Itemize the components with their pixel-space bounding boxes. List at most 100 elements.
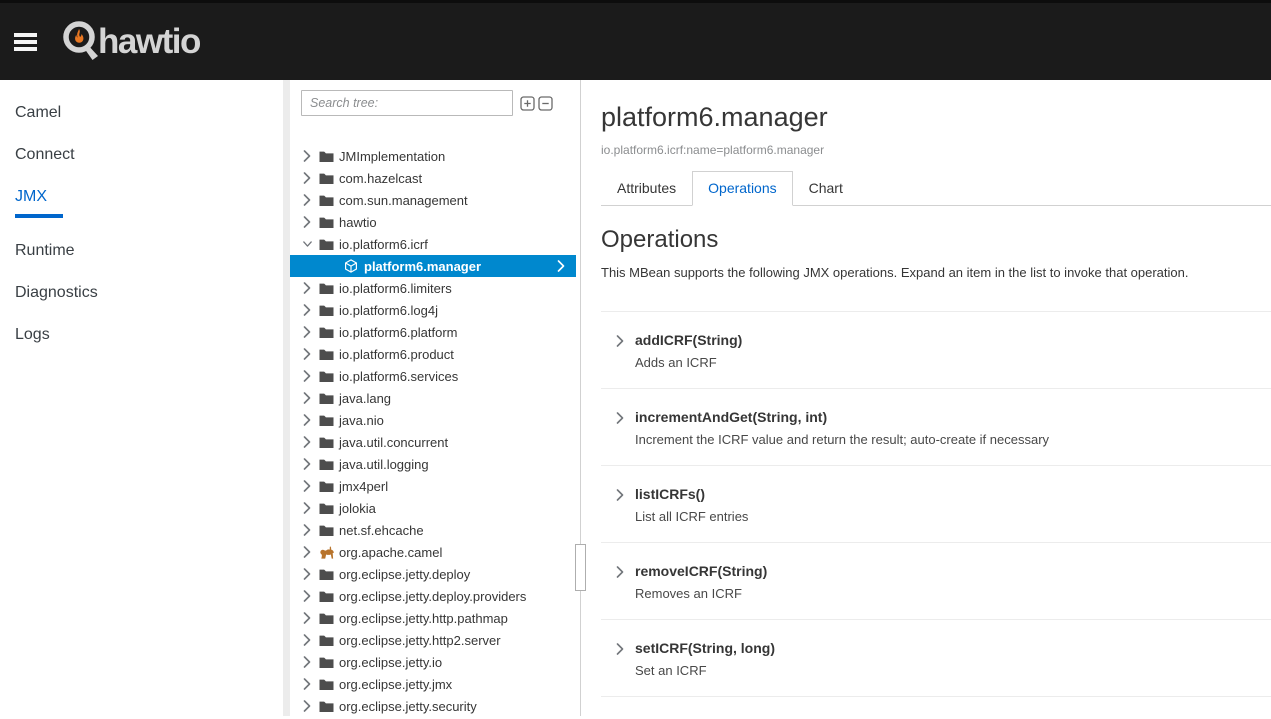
folder-icon: [319, 326, 335, 339]
tab-chart[interactable]: Chart: [793, 171, 859, 206]
tree-tools: [520, 96, 553, 111]
chevron-right-icon[interactable]: [303, 656, 312, 668]
tree-item[interactable]: org.eclipse.jetty.deploy: [290, 563, 576, 585]
tree-item-label: jolokia: [339, 501, 376, 516]
camel-icon: [319, 545, 335, 560]
tree-item[interactable]: org.apache.camel: [290, 541, 576, 563]
tree-item[interactable]: java.util.logging: [290, 453, 576, 475]
tree-toolbar: [301, 90, 580, 116]
sidebar-item-logs[interactable]: Logs: [0, 314, 283, 356]
brand-text: hawtio: [98, 24, 200, 59]
mbean-cube-icon: [344, 259, 360, 273]
chevron-right-icon[interactable]: [303, 590, 312, 602]
operation-item[interactable]: addICRF(String) Adds an ICRF: [601, 311, 1271, 388]
tree-item[interactable]: io.platform6.product: [290, 343, 576, 365]
panel-splitter-handle[interactable]: [575, 544, 586, 591]
tree-item-label: platform6.manager: [364, 259, 481, 274]
mbean-object-name: io.platform6.icrf:name=platform6.manager: [601, 143, 1271, 157]
chevron-right-icon[interactable]: [303, 172, 312, 184]
chevron-right-icon[interactable]: [303, 568, 312, 580]
tree-item-label: io.platform6.icrf: [339, 237, 428, 252]
tree-item[interactable]: JMImplementation: [290, 145, 576, 167]
chevron-right-icon[interactable]: [303, 282, 312, 294]
chevron-right-icon[interactable]: [303, 502, 312, 514]
chevron-right-icon[interactable]: [616, 643, 635, 678]
chevron-right-icon[interactable]: [303, 700, 312, 712]
chevron-right-icon[interactable]: [303, 326, 312, 338]
sidebar-item-jmx[interactable]: JMX: [0, 176, 283, 230]
operation-item[interactable]: removeICRF(String) Removes an ICRF: [601, 542, 1271, 619]
chevron-right-icon[interactable]: [303, 436, 312, 448]
sidebar-item-camel[interactable]: Camel: [0, 92, 283, 134]
tree-item[interactable]: org.eclipse.jetty.security: [290, 695, 576, 717]
collapse-all-button[interactable]: [538, 96, 553, 111]
chevron-right-icon[interactable]: [303, 546, 312, 558]
tab-operations[interactable]: Operations: [692, 171, 792, 206]
tree-item[interactable]: org.eclipse.jetty.deploy.providers: [290, 585, 576, 607]
chevron-right-icon[interactable]: [303, 216, 312, 228]
operation-body: addICRF(String) Adds an ICRF: [635, 332, 742, 370]
tree-item-label: io.platform6.product: [339, 347, 454, 362]
chevron-right-icon[interactable]: [303, 634, 312, 646]
chevron-right-icon[interactable]: [303, 194, 312, 206]
tree-item[interactable]: org.eclipse.jetty.jmx: [290, 673, 576, 695]
operation-item[interactable]: incrementAndGet(String, int) Increment t…: [601, 388, 1271, 465]
tree-item[interactable]: com.hazelcast: [290, 167, 576, 189]
chevron-right-icon[interactable]: [616, 412, 635, 447]
chevron-right-icon[interactable]: [303, 370, 312, 382]
chevron-right-icon[interactable]: [303, 392, 312, 404]
tree-item[interactable]: net.sf.ehcache: [290, 519, 576, 541]
tree-item-label: org.apache.camel: [339, 545, 442, 560]
operation-item[interactable]: setICRF(String, long) Set an ICRF: [601, 619, 1271, 696]
chevron-right-icon[interactable]: [303, 612, 312, 624]
operation-name: removeICRF(String): [635, 563, 767, 580]
tree-item[interactable]: jolokia: [290, 497, 576, 519]
tree-item-label: io.platform6.limiters: [339, 281, 452, 296]
chevron-right-icon[interactable]: [303, 678, 312, 690]
tree-item[interactable]: java.lang: [290, 387, 576, 409]
tree-item-label: java.nio: [339, 413, 384, 428]
hawtio-logo[interactable]: hawtio: [60, 19, 200, 65]
chevron-right-icon[interactable]: [303, 524, 312, 536]
tree-item[interactable]: java.util.concurrent: [290, 431, 576, 453]
tree-item[interactable]: jmx4perl: [290, 475, 576, 497]
tree-item[interactable]: io.platform6.platform: [290, 321, 576, 343]
tree-item[interactable]: platform6.manager: [290, 255, 576, 277]
tree-item[interactable]: io.platform6.limiters: [290, 277, 576, 299]
tree-item[interactable]: io.platform6.services: [290, 365, 576, 387]
tree-item[interactable]: hawtio: [290, 211, 576, 233]
sidebar-item-runtime[interactable]: Runtime: [0, 230, 283, 272]
sidebar-item-diagnostics[interactable]: Diagnostics: [0, 272, 283, 314]
sidebar-item-connect[interactable]: Connect: [0, 134, 283, 176]
tree-item[interactable]: com.sun.management: [290, 189, 576, 211]
tree-item[interactable]: org.eclipse.jetty.io: [290, 651, 576, 673]
menu-toggle-button[interactable]: [14, 33, 37, 51]
chevron-right-icon[interactable]: [616, 335, 635, 370]
tree-item[interactable]: io.platform6.log4j: [290, 299, 576, 321]
mbean-tree: JMImplementation com.hazelcast com.sun.m…: [290, 145, 580, 717]
tab-attributes[interactable]: Attributes: [601, 171, 692, 206]
chevron-right-icon[interactable]: [303, 458, 312, 470]
sidebar-item-label: JMX: [15, 188, 47, 218]
jmx-tree-panel: JMImplementation com.hazelcast com.sun.m…: [283, 80, 581, 716]
chevron-right-icon[interactable]: [303, 480, 312, 492]
chevron-right-icon[interactable]: [303, 304, 312, 316]
operation-description: Adds an ICRF: [635, 355, 742, 370]
chevron-right-icon[interactable]: [616, 566, 635, 601]
tree-item[interactable]: org.eclipse.jetty.http2.server: [290, 629, 576, 651]
tree-item[interactable]: io.platform6.icrf: [290, 233, 576, 255]
chevron-down-icon[interactable]: [303, 240, 312, 248]
expand-all-button[interactable]: [520, 96, 535, 111]
chevron-right-icon[interactable]: [616, 489, 635, 524]
tree-search-input[interactable]: [301, 90, 513, 116]
tree-item[interactable]: java.nio: [290, 409, 576, 431]
folder-icon: [319, 568, 335, 581]
tree-item[interactable]: org.eclipse.jetty.http.pathmap: [290, 607, 576, 629]
operation-item[interactable]: listICRFs() List all ICRF entries: [601, 465, 1271, 542]
page-title: platform6.manager: [601, 102, 1271, 133]
chevron-right-icon[interactable]: [303, 150, 312, 162]
operation-body: setICRF(String, long) Set an ICRF: [635, 640, 775, 678]
chevron-right-icon[interactable]: [303, 414, 312, 426]
folder-icon: [319, 436, 335, 449]
chevron-right-icon[interactable]: [303, 348, 312, 360]
